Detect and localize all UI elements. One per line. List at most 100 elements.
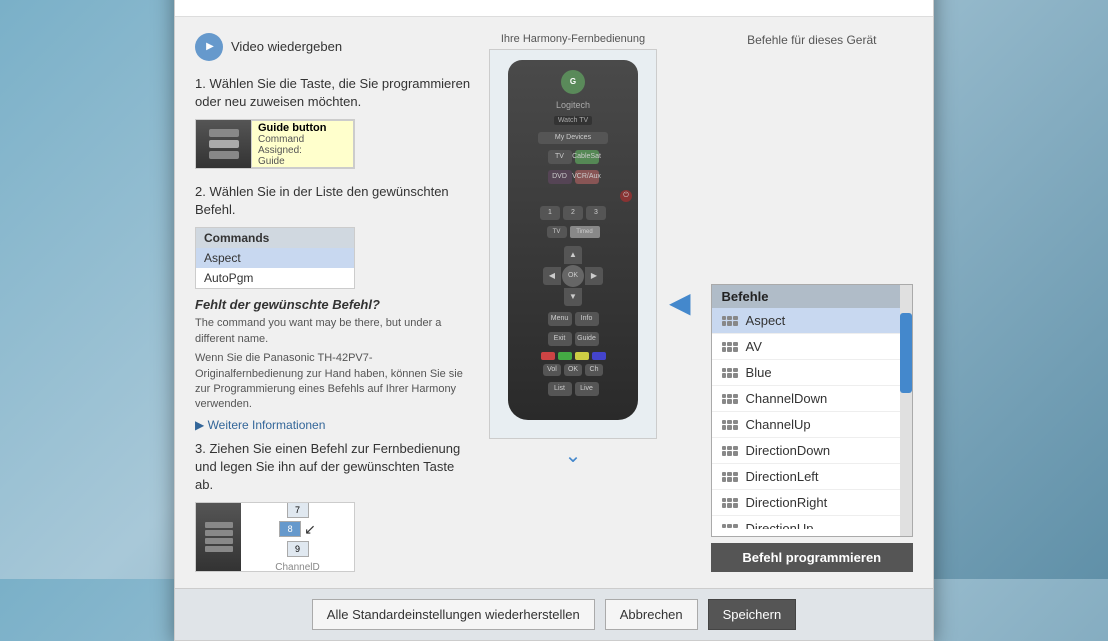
command-label: DirectionDown <box>746 443 831 458</box>
tvguide-row: TV Timed <box>547 226 600 238</box>
command-item-directiondown[interactable]: DirectionDown <box>712 438 912 464</box>
guide-btn[interactable]: Guide <box>575 332 599 346</box>
command-item-directionup[interactable]: DirectionUp <box>712 516 912 529</box>
num2[interactable]: 2 <box>563 206 583 220</box>
step1-tooltip: Guide button Command Assigned: Guide <box>251 120 354 168</box>
step3-remote-thumb <box>196 503 241 571</box>
dpad-ok-btn[interactable]: OK <box>562 265 584 287</box>
missing-command-title: Fehlt der gewünschte Befehl? <box>195 297 475 312</box>
command-icon <box>722 342 738 352</box>
list-btn[interactable]: List <box>548 382 572 396</box>
cancel-button[interactable]: Abbrechen <box>605 599 698 630</box>
dpad-right-btn[interactable]: ▶ <box>585 267 603 285</box>
num1[interactable]: 1 <box>540 206 560 220</box>
command-item-aspect[interactable]: Aspect <box>196 248 354 268</box>
dpad[interactable]: ▲ ▼ ◀ ▶ OK <box>543 246 603 306</box>
red-btn[interactable] <box>541 352 555 360</box>
command-item-blue[interactable]: Blue <box>712 360 912 386</box>
commands-panel-label: Befehle für dieses Gerät <box>711 33 913 284</box>
my-devices-btn[interactable]: My Devices <box>538 132 608 144</box>
drag-arrow-icon: ◀ <box>669 286 691 319</box>
command-label: DirectionLeft <box>746 469 819 484</box>
tooltip-assigned: Command Assigned: <box>258 134 347 156</box>
remote-container: G Logitech Watch TV My Devices TV CableS… <box>489 49 657 439</box>
tooltip-value: Guide <box>258 156 347 167</box>
cablesat-btn[interactable]: CableSat <box>575 150 599 164</box>
program-button[interactable]: Befehl programmieren <box>711 543 913 572</box>
command-icon <box>722 472 738 482</box>
scrollbar[interactable] <box>900 285 912 536</box>
play-icon[interactable] <box>195 33 223 61</box>
main-modal: Funktionen der Fernbedienungstasten ände… <box>174 0 934 641</box>
dvd-btn[interactable]: DVD <box>548 170 572 184</box>
modal-body: Video wiedergeben 1. Wählen Sie die Tast… <box>175 17 933 589</box>
command-item-channelup[interactable]: ChannelUp <box>712 412 912 438</box>
video-row: Video wiedergeben <box>195 33 475 61</box>
drag-cursor-icon: ↙ <box>304 521 316 538</box>
power-btn[interactable]: ⏻ <box>620 190 632 202</box>
info-btn[interactable]: Info <box>575 312 599 326</box>
command-label: AV <box>746 339 762 354</box>
timed-btn[interactable]: Timed <box>570 226 600 238</box>
step3-image: 7 8 ↙ 9 ChannelD <box>195 502 355 572</box>
video-label[interactable]: Video wiedergeben <box>231 39 342 54</box>
command-item-aspect[interactable]: Aspect <box>712 308 912 334</box>
yellow-btn[interactable] <box>575 352 589 360</box>
dpad-up-btn[interactable]: ▲ <box>564 246 582 264</box>
command-item-directionleft[interactable]: DirectionLeft <box>712 464 912 490</box>
green-btn[interactable] <box>558 352 572 360</box>
command-item-autopgm[interactable]: AutoPgm <box>196 268 354 288</box>
command-icon <box>722 498 738 508</box>
dvd-vcr-row: DVD VCR/Aux <box>548 170 599 184</box>
live-btn[interactable]: Live <box>575 382 599 396</box>
thumb-btn-1 <box>209 129 239 137</box>
command-item-directionright[interactable]: DirectionRight <box>712 490 912 516</box>
exit-guide-row: Exit Guide <box>548 332 599 346</box>
tv-guide-btn[interactable]: TV <box>547 226 567 238</box>
blue-btn[interactable] <box>592 352 606 360</box>
command-icon <box>722 316 738 326</box>
center-wrapper: Ihre Harmony-Fernbedienung G Logitech Wa… <box>489 33 697 573</box>
scrollbar-thumb[interactable] <box>900 313 912 393</box>
step2-text: 2. Wählen Sie in der Liste den gewünscht… <box>195 183 475 219</box>
command-item-av[interactable]: AV <box>712 334 912 360</box>
my-devices-row: My Devices <box>538 132 608 144</box>
num3[interactable]: 3 <box>586 206 606 220</box>
missing-command-text1: The command you want may be there, but u… <box>195 316 475 347</box>
vcr-btn[interactable]: VCR/Aux <box>575 170 599 184</box>
remote-body: G Logitech Watch TV My Devices TV CableS… <box>508 60 638 420</box>
step3-cell-8: 8 <box>279 521 301 537</box>
brand-label: Logitech <box>556 100 590 110</box>
more-info-link[interactable]: Weitere Informationen <box>195 418 325 432</box>
thumb-btn-2 <box>209 140 239 148</box>
command-item-channeldown[interactable]: ChannelDown <box>712 386 912 412</box>
command-label: Aspect <box>746 313 786 328</box>
save-button[interactable]: Speichern <box>708 599 797 630</box>
modal-header: Funktionen der Fernbedienungstasten ände… <box>175 0 933 17</box>
tv-btn[interactable]: TV <box>548 150 572 164</box>
exit-btn[interactable]: Exit <box>548 332 572 346</box>
menu-btn[interactable]: Menu <box>548 312 572 326</box>
restore-button[interactable]: Alle Standardeinstellungen wiederherstel… <box>312 599 595 630</box>
remote-label: Ihre Harmony-Fernbedienung <box>501 33 645 45</box>
step3-grid: 7 8 ↙ 9 ChannelD <box>241 503 354 571</box>
step3-cell-9: 9 <box>287 541 309 557</box>
vol-label: Vol <box>543 364 561 376</box>
ch-label: Ch <box>585 364 603 376</box>
command-label: DirectionRight <box>746 495 828 510</box>
right-panel: Befehle für dieses Gerät Befehle Aspect A… <box>711 33 913 573</box>
command-icon <box>722 524 738 530</box>
logitech-logo: G <box>561 70 585 94</box>
command-label: ChannelDown <box>746 391 828 406</box>
dpad-left-btn[interactable]: ◀ <box>543 267 561 285</box>
colored-row <box>541 352 606 360</box>
ok-btn-2[interactable]: OK <box>564 364 582 376</box>
num-row-1: 1 2 3 <box>540 206 606 220</box>
power-row: ⏻ <box>514 190 632 202</box>
commands-list-container: Befehle Aspect AV Blue ChannelDown ChannelUp… <box>711 284 913 537</box>
commands-header: Commands <box>196 228 354 248</box>
command-icon <box>722 446 738 456</box>
commands-list-header: Befehle <box>712 285 912 308</box>
step3-channel-label: ChannelD <box>275 560 319 573</box>
dpad-down-btn[interactable]: ▼ <box>564 288 582 306</box>
